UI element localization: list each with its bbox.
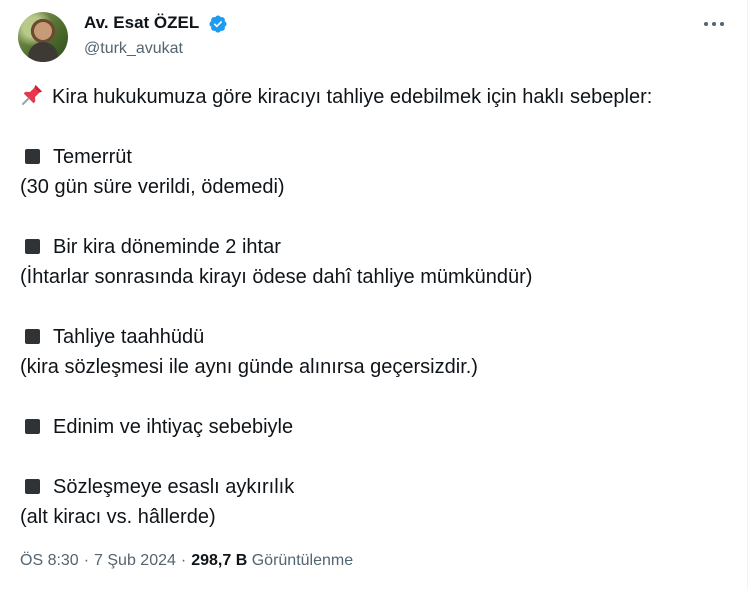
verified-badge-icon[interactable] [208, 14, 228, 34]
list-item: Sözleşmeye esaslı aykırılık [20, 472, 730, 502]
author-handle[interactable]: @turk_avukat [84, 40, 183, 58]
dot [720, 22, 724, 26]
views-label: Görüntülenme [251, 552, 354, 569]
list-item: Bir kira döneminde 2 ihtar [20, 232, 730, 262]
dot [704, 22, 708, 26]
tweet-time[interactable]: ÖS 8:30 [20, 552, 79, 569]
views-count: 298,7 B [191, 552, 248, 569]
black-square-icon [25, 329, 40, 344]
tweet-text: Kira hukukumuza göre kiracıyı tahliye ed… [20, 82, 730, 532]
separator: · [83, 552, 90, 569]
black-square-icon [25, 149, 40, 164]
list-item: Tahliye taahhüdü [20, 322, 730, 352]
black-square-icon [25, 419, 40, 434]
item-note: (30 gün süre verildi, ödemedi) [20, 176, 285, 198]
item-title: Temerrüt [53, 146, 132, 168]
tweet-meta: ÖS 8:30 · 7 Şub 2024 · 298,7 B Görüntülenme [20, 552, 353, 570]
black-square-icon [25, 239, 40, 254]
list-item: Edinim ve ihtiyaç sebebiyle [20, 412, 730, 442]
item-title: Edinim ve ihtiyaç sebebiyle [53, 416, 294, 438]
tweet: Av. Esat ÖZEL @turk_avukat Kira hukukumu… [0, 0, 748, 589]
item-title: Bir kira döneminde 2 ihtar [53, 236, 281, 258]
intro-line: Kira hukukumuza göre kiracıyı tahliye ed… [20, 82, 730, 112]
item-note: (alt kiracı vs. hâllerde) [20, 506, 216, 528]
more-options-icon[interactable] [702, 14, 726, 34]
avatar-figure [28, 42, 58, 62]
item-title: Tahliye taahhüdü [53, 326, 205, 348]
intro-text: Kira hukukumuza göre kiracıyı tahliye ed… [52, 86, 653, 108]
avatar[interactable] [18, 12, 68, 62]
separator: · [180, 552, 187, 569]
pushpin-icon [22, 85, 42, 105]
author-name[interactable]: Av. Esat ÖZEL [84, 13, 199, 33]
dot [712, 22, 716, 26]
black-square-icon [25, 479, 40, 494]
list-item: Temerrüt [20, 142, 730, 172]
item-note: (kira sözleşmesi ile aynı günde alınırsa… [20, 356, 478, 378]
item-note: (İhtarlar sonrasında kirayı ödese dahî t… [20, 266, 533, 288]
item-title: Sözleşmeye esaslı aykırılık [53, 476, 295, 498]
tweet-date[interactable]: 7 Şub 2024 [94, 552, 176, 569]
